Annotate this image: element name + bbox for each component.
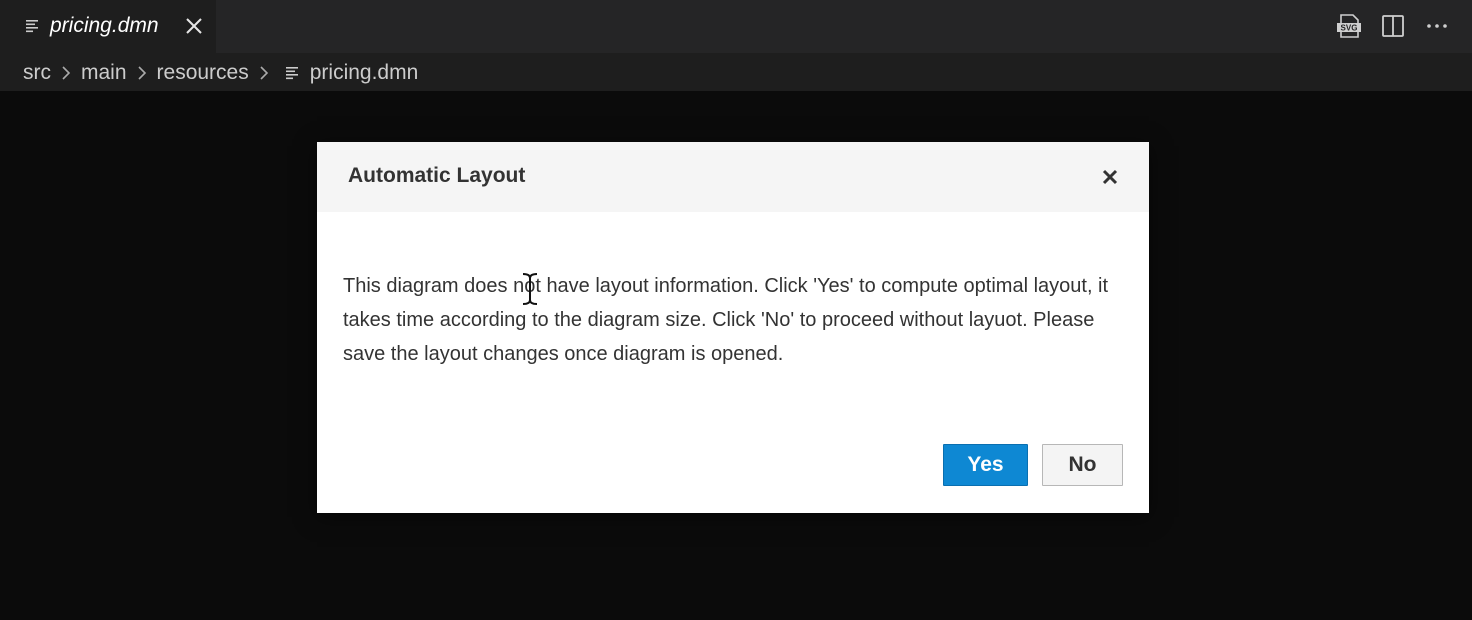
dialog-message: This diagram does not have layout inform… bbox=[343, 275, 1109, 365]
dialog-header: Automatic Layout bbox=[317, 142, 1149, 212]
split-editor-button[interactable] bbox=[1378, 11, 1408, 41]
dialog-title: Automatic Layout bbox=[348, 164, 526, 187]
breadcrumb: src main resources pricing.dmn bbox=[0, 54, 1472, 91]
svg-label: SVG bbox=[1341, 24, 1358, 33]
automatic-layout-dialog: Automatic Layout This diagram does not h… bbox=[317, 142, 1149, 513]
tab-label: pricing.dmn bbox=[50, 14, 159, 37]
chevron-right-icon bbox=[260, 65, 268, 80]
breadcrumb-item-file[interactable]: pricing.dmn bbox=[310, 61, 419, 85]
breadcrumb-item-resources[interactable]: resources bbox=[157, 61, 249, 85]
export-svg-icon: SVG bbox=[1337, 14, 1361, 38]
breadcrumb-item-main[interactable]: main bbox=[81, 61, 127, 85]
tab-bar: pricing.dmn SVG bbox=[0, 0, 1472, 54]
breadcrumb-item-src[interactable]: src bbox=[23, 61, 51, 85]
editor-window: pricing.dmn SVG src main resources prici… bbox=[0, 0, 1472, 620]
file-lines-icon bbox=[26, 20, 38, 33]
no-button[interactable]: No bbox=[1042, 444, 1123, 486]
chevron-right-icon bbox=[137, 65, 146, 80]
close-icon[interactable] bbox=[184, 16, 204, 36]
close-icon[interactable] bbox=[1101, 168, 1119, 186]
yes-button[interactable]: Yes bbox=[943, 444, 1028, 486]
export-svg-button[interactable]: SVG bbox=[1334, 11, 1364, 41]
tab-pricing-dmn[interactable]: pricing.dmn bbox=[0, 0, 216, 53]
file-lines-icon bbox=[285, 66, 298, 79]
more-actions-button[interactable] bbox=[1422, 11, 1452, 41]
split-editor-icon bbox=[1382, 15, 1404, 37]
chevron-right-icon bbox=[62, 65, 71, 80]
editor-actions: SVG bbox=[1320, 10, 1452, 42]
text-cursor-icon bbox=[522, 273, 538, 305]
more-actions-icon bbox=[1427, 24, 1447, 28]
